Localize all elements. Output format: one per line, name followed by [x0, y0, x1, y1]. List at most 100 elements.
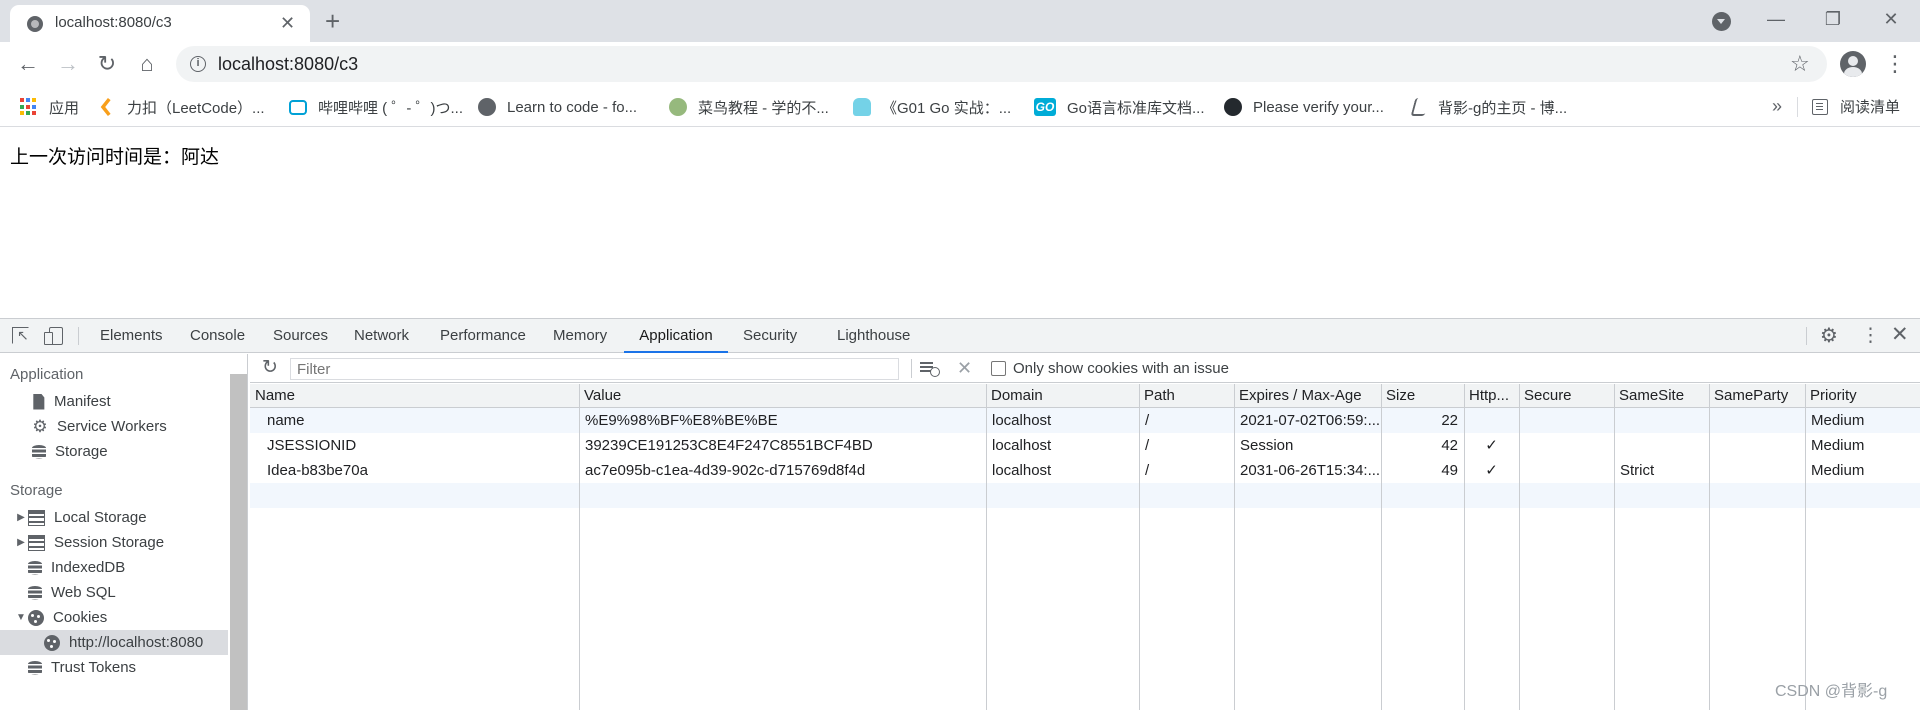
column-header-priority[interactable]: Priority	[1805, 384, 1920, 408]
bookmark-star-icon[interactable]: ☆	[1790, 51, 1810, 77]
column-divider[interactable]	[1519, 384, 1520, 710]
devtools-close-icon[interactable]: ✕	[1891, 323, 1909, 347]
globe-icon	[478, 98, 496, 116]
column-header-secure[interactable]: Secure	[1519, 384, 1614, 408]
table-row[interactable]: JSESSIONID 39239CE191253C8E4F247C8551BCF…	[250, 433, 1920, 458]
column-header-samesite[interactable]: SameSite	[1614, 384, 1709, 408]
column-divider[interactable]	[1381, 384, 1382, 710]
tab-console[interactable]: Console	[190, 319, 245, 353]
site-info-icon[interactable]: i	[190, 56, 206, 72]
expand-arrow-icon[interactable]: ▶	[14, 537, 28, 548]
table-row[interactable]: Idea-b83be70a ac7e095b-c1ea-4d39-902c-d7…	[250, 458, 1920, 483]
sidebar-item-label: Cookies	[53, 609, 108, 626]
bookmark-bilibili[interactable]: 哔哩哔哩 ( ゜- ゜)つ...	[289, 96, 463, 118]
sidebar-item-label: Storage	[55, 443, 108, 460]
sidebar-item-cookies[interactable]: ▼ Cookies	[0, 605, 228, 630]
tab-network[interactable]: Network	[354, 319, 409, 353]
bookmark-go-practice[interactable]: 《G01 Go 实战：...	[853, 96, 1011, 118]
restore-button[interactable]: ❐	[1810, 4, 1856, 34]
sidebar-item-local-storage[interactable]: ▶ Local Storage	[0, 505, 228, 530]
tab-elements[interactable]: Elements	[100, 319, 163, 353]
inspect-element-icon[interactable]	[12, 327, 29, 344]
bookmark-github[interactable]: Please verify your...	[1224, 96, 1384, 118]
browser-tab[interactable]: localhost:8080/c3 ✕	[10, 5, 310, 42]
column-header-name[interactable]: Name	[250, 384, 579, 408]
bookmark-blog-profile[interactable]: 背影-g的主页 - 博...	[1410, 96, 1567, 118]
bookmark-apps[interactable]: 应用	[20, 96, 79, 118]
bookmark-leetcode[interactable]: 力扣（LeetCode）...	[98, 96, 265, 118]
sidebar-item-label: Manifest	[54, 393, 111, 410]
reading-list-button[interactable]: 阅读清单	[1812, 96, 1900, 117]
issue-only-checkbox[interactable]	[991, 361, 1006, 376]
tab-application[interactable]: Application	[624, 319, 728, 353]
collapse-arrow-icon[interactable]: ▼	[14, 612, 28, 623]
settings-gear-icon[interactable]: ⚙	[1820, 325, 1838, 347]
tab-lighthouse[interactable]: Lighthouse	[837, 319, 910, 353]
column-divider[interactable]	[1234, 384, 1235, 710]
column-divider[interactable]	[1464, 384, 1465, 710]
cell-secure	[1520, 458, 1614, 483]
tab-memory[interactable]: Memory	[553, 319, 607, 353]
empty-row	[250, 483, 1920, 508]
column-divider[interactable]	[1614, 384, 1615, 710]
column-header-expires[interactable]: Expires / Max-Age	[1234, 384, 1381, 408]
cell-value: ac7e095b-c1ea-4d39-902c-d715769d8f4d	[585, 462, 866, 479]
address-bar[interactable]: i localhost:8080/c3 ☆	[176, 46, 1827, 82]
url-text[interactable]: localhost:8080/c3	[218, 54, 358, 75]
cell-samesite: Strict	[1620, 462, 1655, 479]
bookmark-freecodecamp[interactable]: Learn to code - fo...	[478, 96, 637, 118]
column-divider[interactable]	[986, 384, 987, 710]
filter-input[interactable]	[290, 358, 899, 380]
column-divider[interactable]	[1709, 384, 1710, 710]
sidebar-item-trust-tokens[interactable]: Trust Tokens	[0, 655, 228, 680]
column-header-httponly[interactable]: Http...	[1464, 384, 1519, 408]
table-icon	[28, 509, 45, 526]
tab-security[interactable]: Security	[743, 319, 797, 353]
tab-search-icon[interactable]	[1712, 12, 1731, 31]
more-bookmarks-icon[interactable]: »	[1772, 96, 1782, 117]
sidebar-item-session-storage[interactable]: ▶ Session Storage	[0, 530, 228, 555]
clear-all-cookies-icon[interactable]: ✕	[957, 357, 972, 379]
forward-icon[interactable]: →	[54, 50, 82, 78]
cell-expires: 2031-06-26T15:34:...	[1240, 462, 1380, 479]
device-toolbar-icon[interactable]	[44, 327, 63, 345]
sidebar-item-service-workers[interactable]: ⚙ Service Workers	[0, 414, 228, 439]
devtools-menu-icon[interactable]: ⋮	[1861, 325, 1880, 347]
column-divider[interactable]	[1805, 384, 1806, 710]
cookies-table: name %E9%98%BF%E8%BE%BE localhost / 2021…	[250, 384, 1920, 710]
table-row[interactable]: name %E9%98%BF%E8%BE%BE localhost / 2021…	[250, 408, 1920, 433]
column-header-sameparty[interactable]: SameParty	[1709, 384, 1805, 408]
sidebar-item-indexeddb[interactable]: IndexedDB	[0, 555, 228, 580]
column-header-value[interactable]: Value	[579, 384, 986, 408]
column-header-path[interactable]: Path	[1139, 384, 1234, 408]
minimize-button[interactable]: —	[1753, 4, 1799, 34]
column-header-domain[interactable]: Domain	[986, 384, 1139, 408]
bookmark-runoob[interactable]: 菜鸟教程 - 学的不...	[669, 96, 829, 118]
sidebar-item-manifest[interactable]: Manifest	[0, 389, 228, 414]
reload-icon[interactable]: ↻	[93, 50, 121, 78]
tab-performance[interactable]: Performance	[440, 319, 526, 353]
bookmark-label: 力扣（LeetCode）...	[127, 99, 265, 117]
sidebar-item-cookie-origin[interactable]: http://localhost:8080	[0, 630, 228, 655]
sidebar-item-storage[interactable]: Storage	[0, 439, 228, 464]
sidebar-scrollbar[interactable]	[230, 374, 247, 710]
profile-avatar-icon[interactable]	[1840, 51, 1866, 77]
database-icon	[28, 560, 42, 576]
close-window-button[interactable]: ✕	[1868, 4, 1914, 34]
clear-filtered-cookies-icon[interactable]	[920, 361, 940, 377]
cell-expires: 2021-07-02T06:59:...	[1240, 412, 1380, 429]
column-divider[interactable]	[579, 384, 580, 710]
back-icon[interactable]: ←	[14, 50, 42, 78]
expand-arrow-icon[interactable]: ▶	[14, 512, 28, 523]
bookmark-go-stdlib[interactable]: GO Go语言标准库文档...	[1034, 96, 1205, 118]
home-icon[interactable]: ⌂	[133, 50, 161, 78]
sidebar-item-web-sql[interactable]: Web SQL	[0, 580, 228, 605]
tab-close-icon[interactable]: ✕	[280, 13, 295, 33]
browser-menu-icon[interactable]: ⋮	[1884, 51, 1906, 77]
column-divider[interactable]	[1139, 384, 1140, 710]
tab-sources[interactable]: Sources	[273, 319, 328, 353]
tab-strip: localhost:8080/c3 ✕ + — ❐ ✕	[0, 0, 1920, 42]
new-tab-button[interactable]: +	[325, 6, 340, 36]
refresh-icon[interactable]: ↻	[262, 356, 278, 380]
column-header-size[interactable]: Size	[1381, 384, 1464, 408]
